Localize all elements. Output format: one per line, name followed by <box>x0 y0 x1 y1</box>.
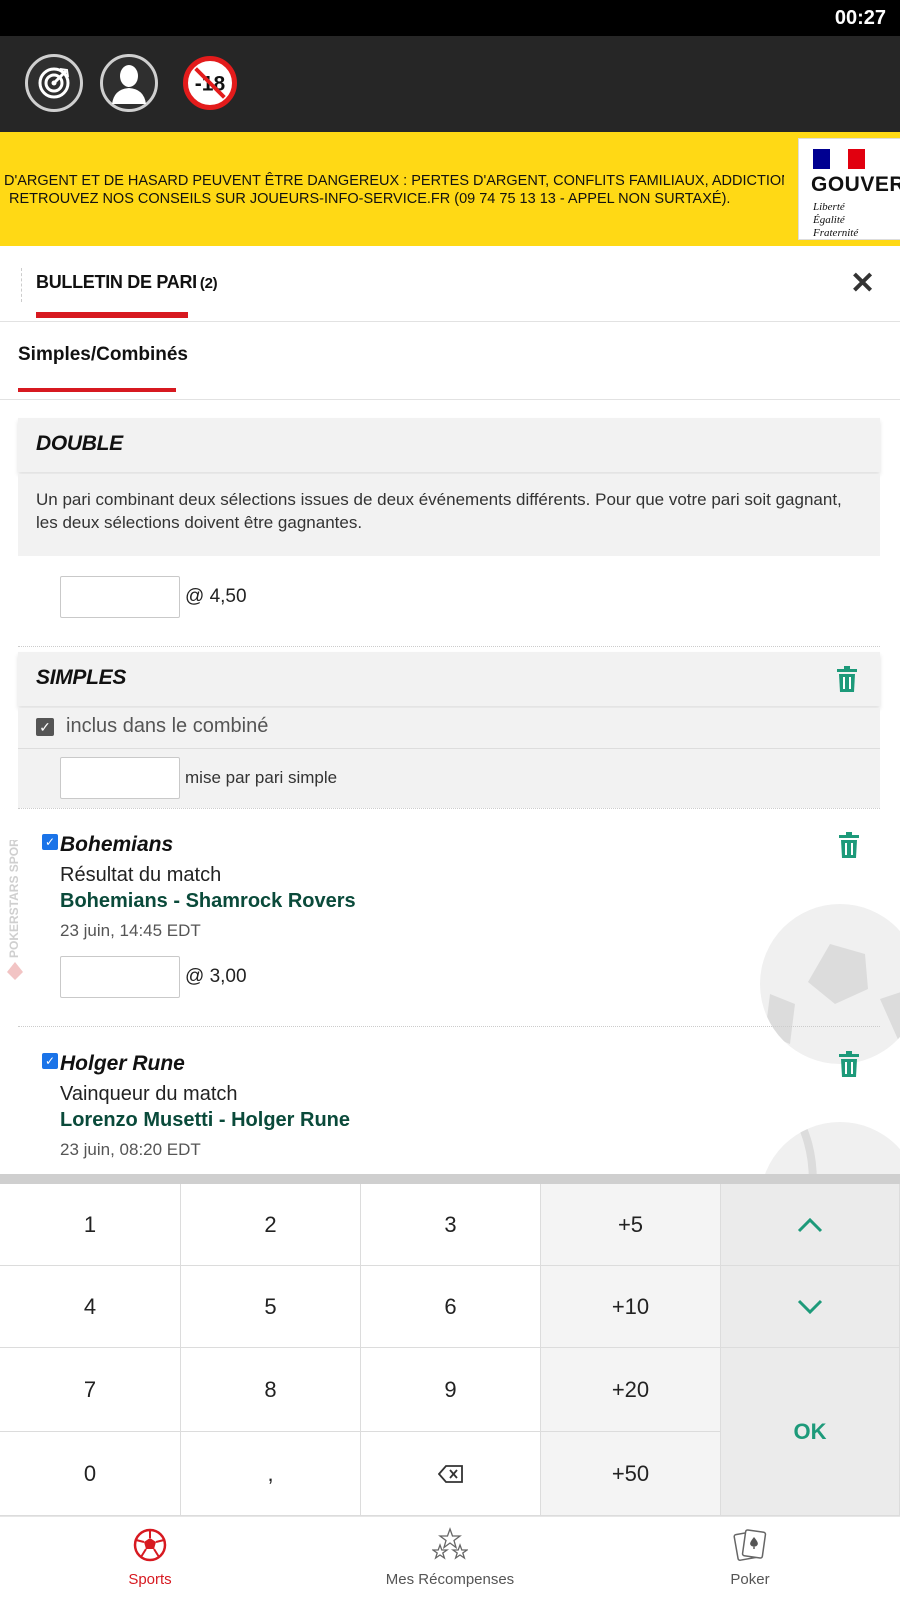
divider <box>18 808 880 809</box>
bet-slip-title[interactable]: BULLETIN DE PARI (2) <box>36 272 218 293</box>
user-profile-icon[interactable] <box>100 54 158 112</box>
bottom-navigation: Sports Mes Récompenses Poker <box>0 1516 900 1600</box>
selection-market: Résultat du match <box>60 864 222 886</box>
simple-stake-row: mise par pari simple <box>18 748 880 808</box>
trash-icon[interactable] <box>838 1051 860 1077</box>
selection-odds: @ 3,00 <box>185 966 247 987</box>
key-plus-10[interactable]: +10 <box>541 1266 721 1348</box>
selection-checkbox[interactable]: ✓ <box>42 1053 58 1069</box>
key-9[interactable]: 9 <box>361 1348 541 1432</box>
key-down[interactable] <box>721 1266 900 1348</box>
simples-label: SIMPLES <box>36 666 127 689</box>
divider <box>21 268 22 302</box>
nav-item-poker[interactable]: Poker <box>600 1517 900 1601</box>
bet-type-tabs: Simples/Combinés <box>0 322 900 400</box>
key-3[interactable]: 3 <box>361 1184 541 1266</box>
double-odds: @ 4,50 <box>185 586 247 607</box>
simple-stake-label: mise par pari simple <box>185 768 338 787</box>
key-plus-20[interactable]: +20 <box>541 1348 721 1432</box>
nav-label: Poker <box>730 1571 770 1588</box>
nav-label: Mes Récompenses <box>385 1571 515 1588</box>
simples-section-header: SIMPLES <box>18 652 880 706</box>
tab-simples-combines[interactable]: Simples/Combinés <box>18 344 188 366</box>
divider <box>18 1026 880 1027</box>
top-bar: -18 <box>0 36 900 132</box>
chevron-down-icon <box>797 1299 823 1314</box>
selection-market: Vainqueur du match <box>60 1083 238 1105</box>
warning-text: D'ARGENT ET DE HASARD PEUVENT ÊTRE DANGE… <box>4 172 784 208</box>
brand-watermark: POKERSTARS SPORTS <box>7 840 21 958</box>
key-plus-5[interactable]: +5 <box>541 1184 721 1266</box>
double-stake-input[interactable] <box>60 576 180 618</box>
key-2[interactable]: 2 <box>181 1184 361 1266</box>
selection-date: 23 juin, 14:45 EDT <box>60 921 201 940</box>
status-bar: 00:27 <box>0 0 900 36</box>
soccer-ball-icon <box>133 1528 167 1562</box>
divider <box>18 646 880 647</box>
key-7[interactable]: 7 <box>0 1348 181 1432</box>
key-4[interactable]: 4 <box>0 1266 181 1348</box>
soccer-ball-icon <box>760 904 900 1064</box>
key-6[interactable]: 6 <box>361 1266 541 1348</box>
warning-line-2: RETROUVEZ NOS CONSEILS SUR JOUEURS-INFO-… <box>9 191 731 207</box>
government-motto: Liberté Égalité Fraternité <box>813 201 859 239</box>
selection-name: Holger Rune <box>60 1052 185 1075</box>
gambling-warning-banner: D'ARGENT ET DE HASARD PEUVENT ÊTRE DANGE… <box>0 132 900 246</box>
included-label: inclus dans le combiné <box>66 715 269 737</box>
selection-event[interactable]: Bohemians - Shamrock Rovers <box>60 890 356 913</box>
trash-icon[interactable] <box>836 666 858 692</box>
included-checkbox[interactable]: ✓ <box>36 718 54 736</box>
active-tab-underline <box>18 388 176 392</box>
bet-slip-header: BULLETIN DE PARI (2) ✕ <box>0 246 900 322</box>
selection-checkbox[interactable]: ✓ <box>42 834 58 850</box>
nav-label: Sports <box>128 1571 172 1588</box>
bet-slip-count: (2) <box>199 275 218 292</box>
selection-stake-input[interactable] <box>60 956 180 998</box>
stars-icon <box>432 1527 468 1560</box>
nav-item-sports[interactable]: Sports <box>0 1517 300 1601</box>
close-icon[interactable]: ✕ <box>850 266 875 301</box>
simple-stake-input[interactable] <box>60 757 180 799</box>
age-restriction-icon: -18 <box>183 56 237 110</box>
key-0[interactable]: 0 <box>0 1432 181 1516</box>
target-icon[interactable] <box>25 54 83 112</box>
key-up[interactable] <box>721 1184 900 1266</box>
nav-item-rewards[interactable]: Mes Récompenses <box>300 1517 600 1601</box>
double-section-header: DOUBLE <box>18 418 880 472</box>
double-label: DOUBLE <box>36 432 123 455</box>
government-logo: GOUVERNEMENT Liberté Égalité Fraternité <box>798 138 900 240</box>
included-in-combo-row: ✓ inclus dans le combiné <box>18 708 880 748</box>
key-backspace[interactable] <box>361 1432 541 1516</box>
chevron-up-icon <box>797 1217 823 1232</box>
ok-button[interactable]: OK <box>721 1348 900 1516</box>
key-5[interactable]: 5 <box>181 1266 361 1348</box>
backspace-icon <box>437 1464 463 1483</box>
key-1[interactable]: 1 <box>0 1184 181 1266</box>
key-8[interactable]: 8 <box>181 1348 361 1432</box>
key-plus-50[interactable]: +50 <box>541 1432 721 1516</box>
selection-name: Bohemians <box>60 833 174 856</box>
selection-event[interactable]: Lorenzo Musetti - Holger Rune <box>60 1109 350 1132</box>
selection-date: 23 juin, 08:20 EDT <box>60 1140 201 1159</box>
trash-icon[interactable] <box>838 832 860 858</box>
warning-line-1: D'ARGENT ET DE HASARD PEUVENT ÊTRE DANGE… <box>4 173 784 189</box>
key-comma[interactable]: , <box>181 1432 361 1516</box>
active-tab-underline <box>36 312 188 318</box>
government-name: GOUVERNEMENT <box>811 173 900 196</box>
status-time: 00:27 <box>834 7 886 29</box>
cards-icon <box>733 1529 767 1561</box>
french-flag-icon <box>813 149 865 169</box>
double-description: Un pari combinant deux sélections issues… <box>18 474 880 556</box>
numeric-keypad: 1 2 3 +5 4 5 6 +10 7 8 9 +20 OK 0 , +50 <box>0 1174 900 1516</box>
pokerstars-sports-logo: POKERSTARS SPORTS <box>7 840 23 980</box>
